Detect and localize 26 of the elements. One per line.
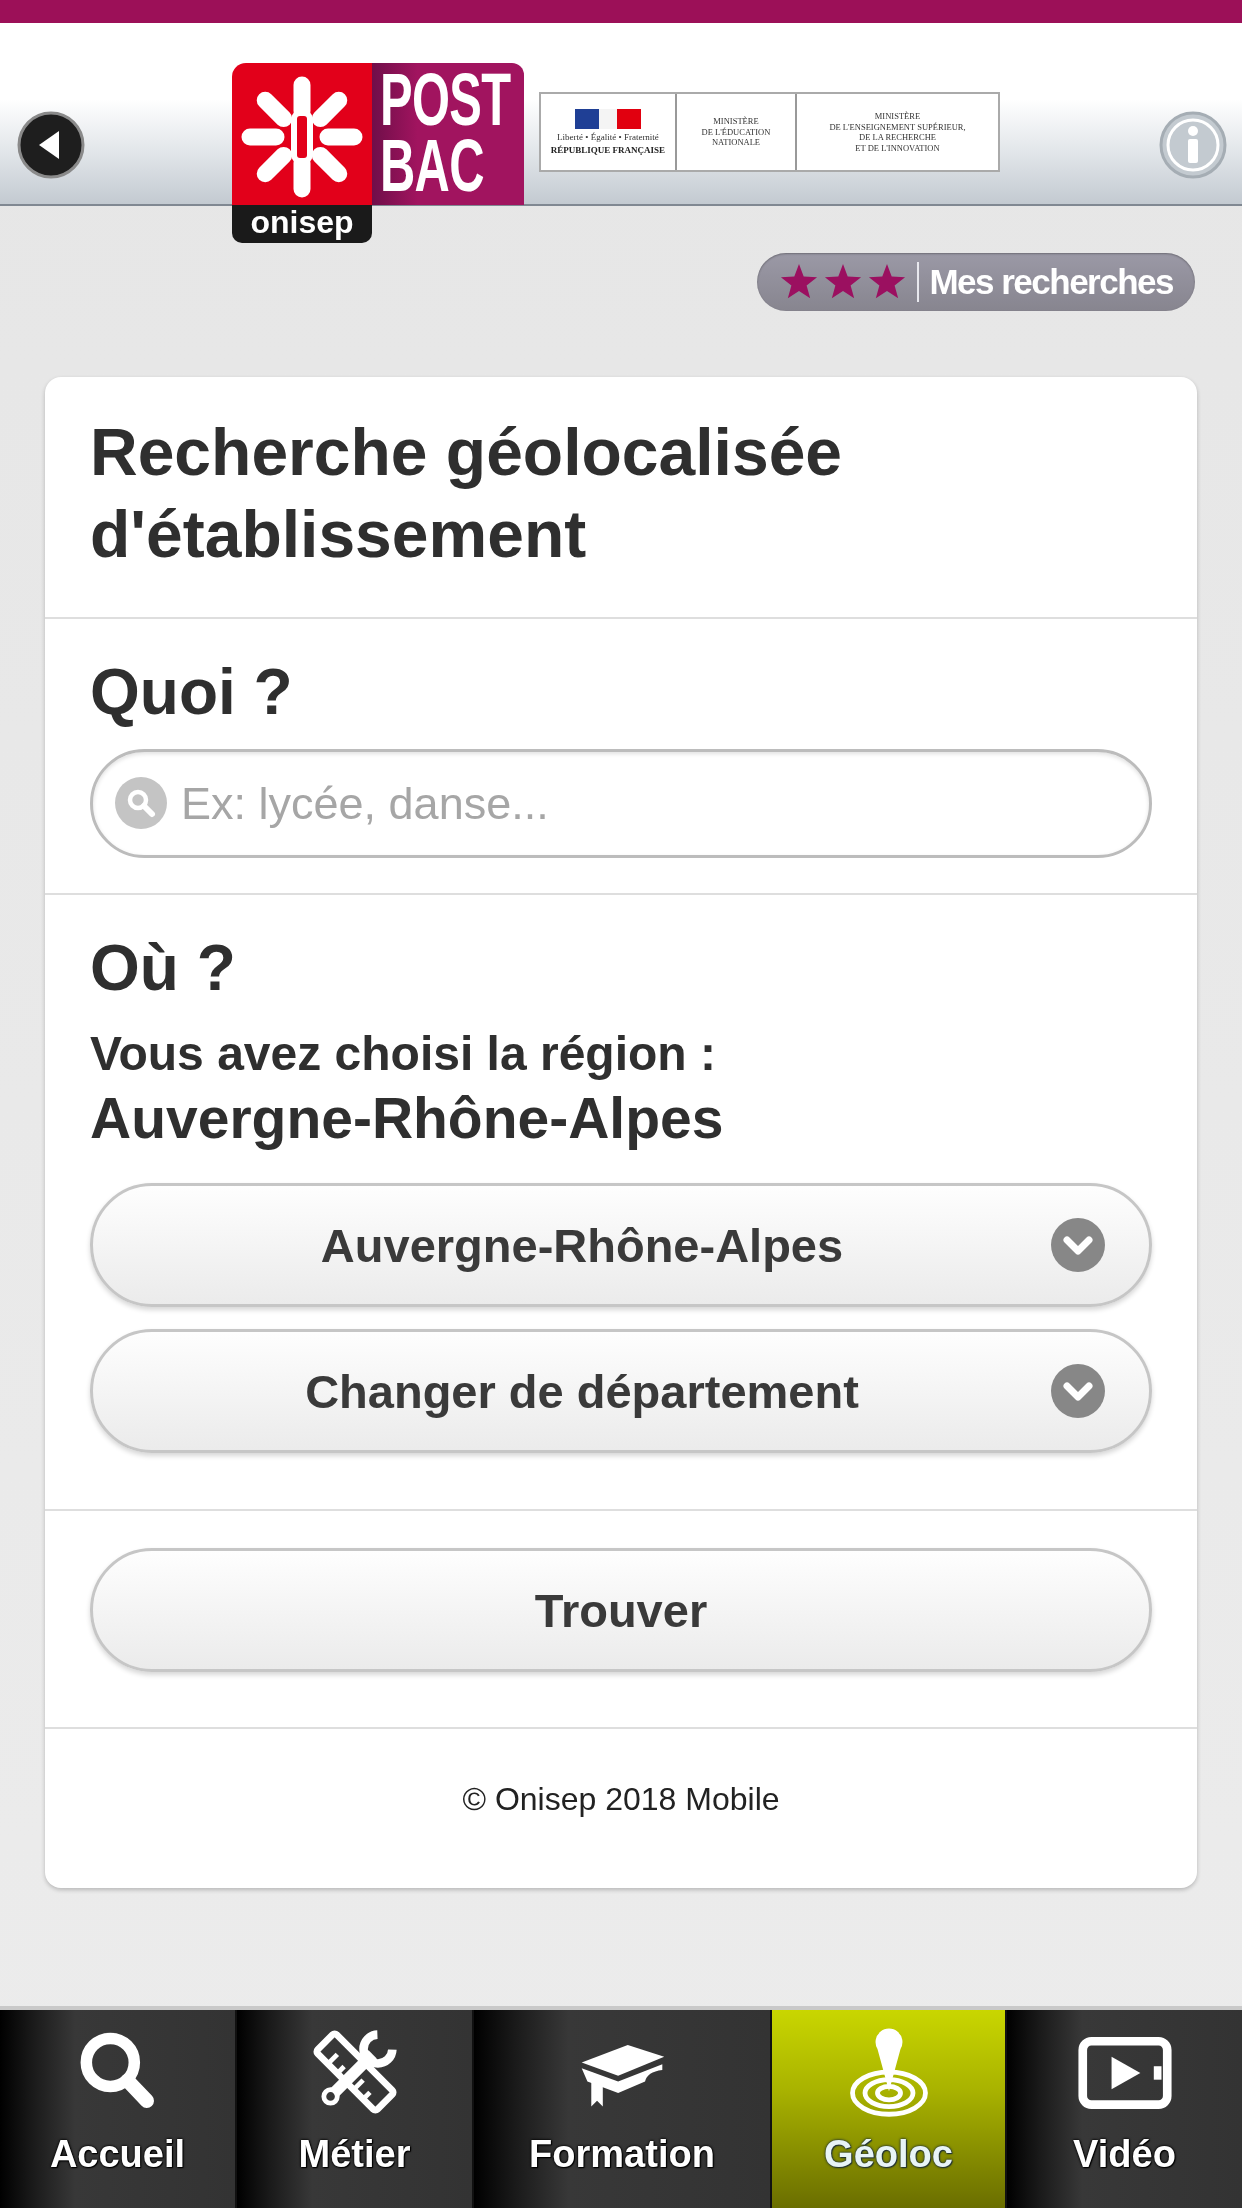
- chevron-down-icon: [1051, 1218, 1105, 1272]
- asterisk-logo-icon: [232, 63, 372, 205]
- section-heading: Quoi ?: [90, 655, 294, 730]
- copyright-text: © Onisep 2018 Mobile: [461, 1780, 781, 1819]
- search-icon: [115, 777, 167, 829]
- page-title: Recherche géolocalisée d'établissement: [90, 414, 844, 573]
- republic-name: RÉPUBLIQUE FRANÇAISE: [550, 145, 666, 155]
- region-name: Auvergne-Rhône-Alpes: [90, 1088, 725, 1148]
- tab-bar-item[interactable]: Formation: [472, 2010, 770, 2208]
- region-label: Vous avez choisi la région :: [90, 1026, 717, 1082]
- logo-text: onisep: [232, 205, 372, 243]
- tab-bar-item[interactable]: Vidéo: [1005, 2010, 1242, 2208]
- ministry-name: MINISTÈRE DE L'ÉDUCATION NATIONALE: [701, 116, 771, 148]
- back-icon[interactable]: [17, 111, 85, 179]
- search-field[interactable]: Ex: lycée, danse...: [90, 749, 1152, 858]
- section-heading: Où ?: [90, 931, 237, 1006]
- logo-wordmark: POST BAC: [372, 63, 524, 205]
- motto-text: Liberté • Égalité • Fraternité: [557, 132, 659, 142]
- tab-bar-item[interactable]: Accueil: [0, 2010, 235, 2208]
- ministry-name: MINISTÈRE DE L'ENSEIGNEMENT SUPÉRIEUR, DE LA RECHERCHE ET DE L'INNOVATION: [829, 111, 966, 153]
- find-button[interactable]: Trouver: [90, 1548, 1152, 1672]
- dropdown-select[interactable]: Changer de département: [90, 1329, 1152, 1453]
- flag-icon: [575, 109, 641, 129]
- chevron-down-icon: [1051, 1364, 1105, 1418]
- tab-bar-item[interactable]: Métier: [235, 2010, 472, 2208]
- dropdown-select[interactable]: Auvergne-Rhône-Alpes: [90, 1183, 1152, 1307]
